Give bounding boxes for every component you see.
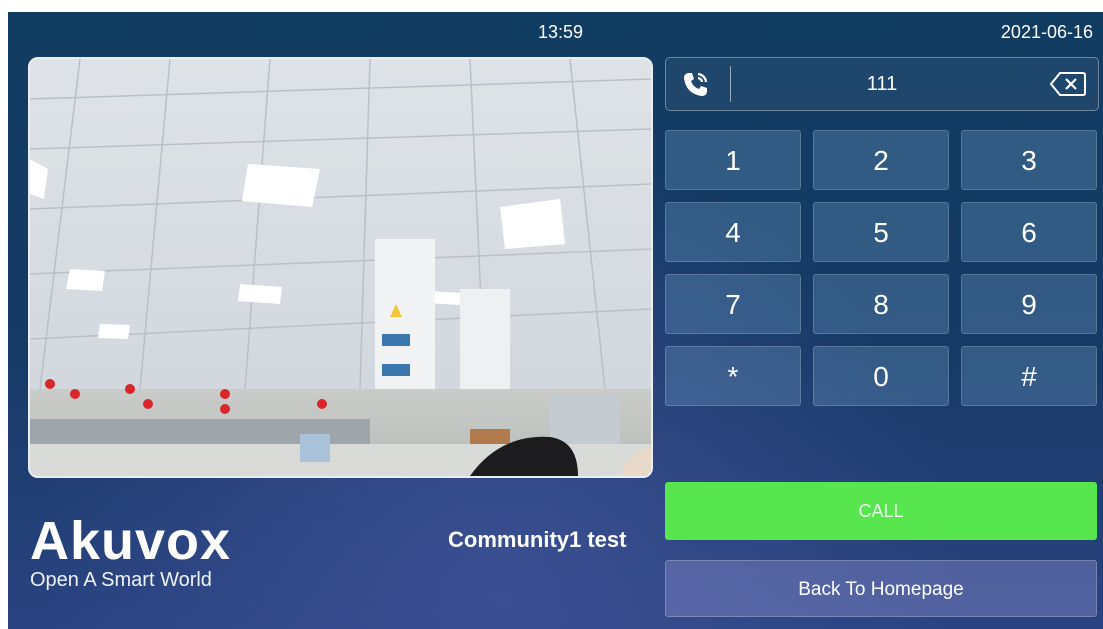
key-3[interactable]: 3 (961, 130, 1097, 190)
status-date: 2021-06-16 (1000, 22, 1093, 42)
key-1[interactable]: 1 (665, 130, 801, 190)
camera-preview (28, 57, 653, 478)
key-0[interactable]: 0 (813, 346, 949, 406)
akuvox-logo: Akuvox Open A Smart World (30, 514, 260, 604)
phone-ringing-icon (684, 72, 708, 96)
dial-display[interactable]: 111 (665, 57, 1099, 111)
key-hash[interactable]: # (961, 346, 1097, 406)
backspace-icon[interactable] (1050, 71, 1086, 97)
key-6[interactable]: 6 (961, 202, 1097, 262)
key-4[interactable]: 4 (665, 202, 801, 262)
key-5[interactable]: 5 (813, 202, 949, 262)
key-2[interactable]: 2 (813, 130, 949, 190)
key-8[interactable]: 8 (813, 274, 949, 334)
display-divider (730, 66, 731, 102)
key-7[interactable]: 7 (665, 274, 801, 334)
key-star[interactable]: * (665, 346, 801, 406)
community-name: Community1 test (448, 527, 627, 552)
status-time: 13:59 (538, 22, 584, 42)
logo-wordmark: Akuvox (30, 511, 232, 571)
key-9[interactable]: 9 (961, 274, 1097, 334)
logo-tagline: Open A Smart World (30, 569, 212, 591)
intercom-screen: 13:59 2021-06-16 111 1 2 3 4 5 6 7 8 9 *… (8, 12, 1103, 629)
back-to-homepage-button[interactable]: Back To Homepage (665, 560, 1097, 617)
keypad: 1 2 3 4 5 6 7 8 9 * 0 # (665, 130, 1097, 406)
camera-feed-image (30, 59, 651, 476)
call-button[interactable]: CALL (665, 482, 1097, 540)
dialed-number: 111 (866, 73, 898, 95)
